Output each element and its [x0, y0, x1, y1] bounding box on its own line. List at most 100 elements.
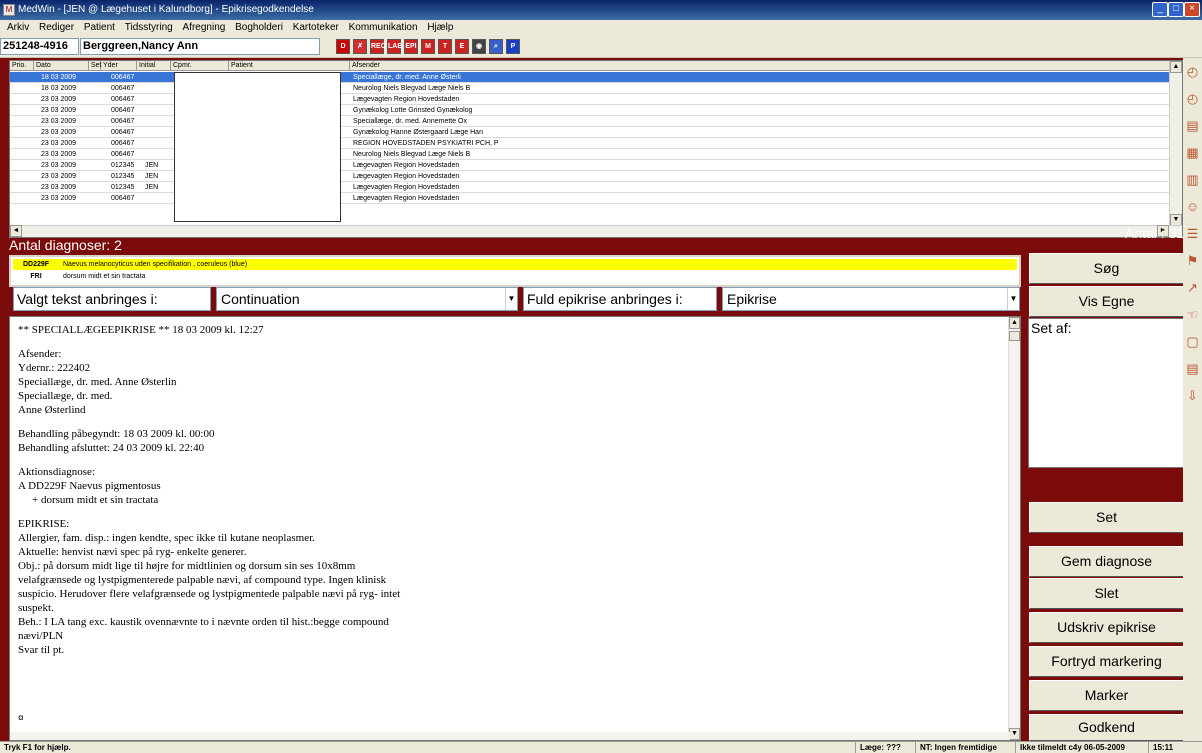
col-initial[interactable]: Initial — [137, 61, 171, 71]
set-button[interactable]: Set — [1029, 502, 1184, 533]
list-cell-dato: 23 03 2009 — [41, 129, 77, 136]
calendar-clock-icon[interactable]: ▤ — [1184, 116, 1201, 136]
set-af-box[interactable]: Set af: — [1028, 318, 1184, 468]
e-icon[interactable]: E — [455, 39, 469, 54]
menu-bogholderi[interactable]: Bogholderi — [235, 20, 283, 36]
epikrise-line: ** SPECIALLÆGEEPIKRISE ** 18 03 2009 kl.… — [18, 324, 264, 336]
patient-cpr-field[interactable]: 251248-4916 — [0, 38, 79, 55]
epikrise-line: Obj.: på dorsum midt lige til højre for … — [18, 560, 356, 572]
list-cell-initial: JEN — [145, 162, 159, 169]
window-title: MedWin - [JEN @ Lægehuset i Kalundborg] … — [18, 4, 314, 15]
scroll-left-icon[interactable]: ◄ — [10, 225, 22, 237]
epikrise-text-area[interactable]: ** SPECIALLÆGEEPIKRISE ** 18 03 2009 kl.… — [9, 316, 1021, 741]
scroll-up-icon[interactable]: ▲ — [1170, 61, 1182, 73]
menu-afregning[interactable]: Afregning — [183, 20, 226, 36]
epikrise-list[interactable]: Prio. Dato Set Yder Initial Cpmr. Patien… — [9, 60, 1183, 238]
set-af-label: Set af: — [1031, 320, 1072, 336]
epikrise-vertical-scrollbar[interactable]: ▲ ▼ — [1008, 317, 1020, 740]
menu-kommunikation[interactable]: Kommunikation — [349, 20, 418, 36]
menu-rediger[interactable]: Rediger — [39, 20, 74, 36]
list-vertical-scrollbar[interactable]: ▲ ▼ — [1169, 61, 1182, 226]
col-yder[interactable]: Yder — [101, 61, 137, 71]
list-cell-dato: 23 03 2009 — [41, 151, 77, 158]
tools-icon[interactable]: ✗ — [353, 39, 367, 54]
camera-icon[interactable]: ◉ — [472, 39, 486, 54]
calendar-list-icon[interactable]: ▥ — [1184, 170, 1201, 190]
diagnosis-row[interactable]: FRI dorsum midt et sin tractata — [13, 271, 293, 282]
list-cell-afsender: Lægevagten Region Hovedstaden — [353, 195, 460, 202]
chart-icon[interactable]: ↗ — [1184, 278, 1201, 298]
epikrise-line: Aktuelle: henvist nævi spec på ryg- enke… — [18, 546, 247, 558]
menu-arkiv[interactable]: Arkiv — [7, 20, 29, 36]
scroll-down-icon[interactable]: ▼ — [1009, 728, 1020, 740]
marker-button[interactable]: Marker — [1029, 680, 1184, 711]
list-cell-dato: 23 03 2009 — [41, 184, 77, 191]
epikrise-line — [18, 507, 1008, 517]
col-set[interactable]: Set — [89, 61, 102, 71]
list-cell-afsender: Lægevagten Region Hovedstaden — [353, 96, 460, 103]
col-patient[interactable]: Patient — [229, 61, 350, 71]
exit-icon[interactable]: ⇩ — [1184, 386, 1201, 406]
col-afsender[interactable]: Afsender — [350, 61, 1170, 71]
search-icon[interactable]: ⌕ — [489, 39, 503, 54]
epikrise-line: Aktionsdiagnose: — [18, 466, 95, 478]
list-cell-afsender: Speciallæge, dr. med. Annemette Ox — [353, 118, 468, 125]
epikrise-content[interactable]: ** SPECIALLÆGEEPIKRISE ** 18 03 2009 kl.… — [18, 323, 1008, 657]
scroll-up-icon[interactable]: ▲ — [1009, 317, 1020, 329]
p-icon[interactable]: P — [506, 39, 520, 54]
epikrise-line: Beh.: I LA tang exc. kaustik ovennævnte … — [18, 616, 389, 628]
gem-diagnose-button[interactable]: Gem diagnose — [1029, 546, 1184, 577]
document-icon[interactable]: ▢ — [1184, 332, 1201, 352]
col-cpmr[interactable]: Cpmr. — [171, 61, 229, 71]
diagnosis-row[interactable]: DD229F Naevus melanocyticus uden specifi… — [13, 259, 1017, 270]
menu-bar: Arkiv Rediger Patient Tidsstyring Afregn… — [0, 20, 1202, 36]
list-horizontal-scrollbar[interactable]: ◄ ► — [10, 225, 1182, 237]
menu-patient[interactable]: Patient — [84, 20, 115, 36]
diagnosis-table[interactable]: DD229F Naevus melanocyticus uden specifi… — [9, 255, 1021, 287]
epikrise-line: Allergier, fam. disp.: ingen kendte, spe… — [18, 532, 315, 544]
vis-egne-button[interactable]: Vis Egne — [1029, 286, 1184, 317]
menu-kartoteker[interactable]: Kartoteker — [293, 20, 339, 36]
person-walk-icon[interactable]: ⚑ — [1184, 251, 1201, 271]
list-header: Prio. Dato Set Yder Initial Cpmr. Patien… — [10, 61, 1170, 71]
hand-icon[interactable]: ☜ — [1184, 305, 1201, 325]
epikrise-horizontal-scrollbar[interactable] — [10, 732, 1010, 740]
udskriv-epikrise-button[interactable]: Udskriv epikrise — [1029, 612, 1184, 643]
t-icon[interactable]: T — [438, 39, 452, 54]
person-folder-icon[interactable]: ☺ — [1184, 197, 1201, 217]
list-cell-yder: 006467 — [111, 74, 135, 81]
d-icon[interactable]: D — [336, 39, 350, 54]
soeg-button[interactable]: Søg — [1029, 253, 1184, 284]
fuld-epikrise-select[interactable]: Epikrise ▼ — [722, 287, 1020, 311]
col-prio[interactable]: Prio. — [10, 61, 34, 71]
clock-icon[interactable]: ◴ — [1184, 62, 1201, 82]
diagnosis-text: dorsum midt et sin tractata — [63, 273, 146, 280]
valgt-tekst-select[interactable]: Continuation ▼ — [216, 287, 518, 311]
fuld-epikrise-value: Epikrise — [727, 291, 777, 307]
godkend-button[interactable]: Godkend — [1029, 714, 1184, 741]
book-icon[interactable]: ▤ — [1184, 359, 1201, 379]
menu-tidsstyring[interactable]: Tidsstyring — [125, 20, 173, 36]
epikrise-line: Svar til pt. — [18, 644, 65, 656]
list-cell-dato: 23 03 2009 — [41, 118, 77, 125]
chevron-down-icon[interactable]: ▼ — [505, 288, 517, 310]
col-dato[interactable]: Dato — [34, 61, 89, 71]
maximize-button[interactable]: □ — [1168, 2, 1184, 17]
epi-icon[interactable]: EPI — [404, 39, 418, 54]
close-button[interactable]: × — [1184, 2, 1200, 17]
lab-icon[interactable]: LAB — [387, 39, 402, 54]
slet-button[interactable]: Slet — [1029, 578, 1184, 609]
calendar-grid-icon[interactable]: ▦ — [1184, 143, 1201, 163]
list-cell-yder: 012345 — [111, 184, 135, 191]
menu-hjaelp[interactable]: Hjælp — [427, 20, 453, 36]
minimize-button[interactable]: _ — [1152, 2, 1168, 17]
chevron-down-icon[interactable]: ▼ — [1007, 288, 1019, 310]
m-icon[interactable]: M — [421, 39, 435, 54]
clock-icon-2[interactable]: ◴ — [1184, 89, 1201, 109]
rec-icon[interactable]: REC — [370, 39, 386, 54]
list-icon[interactable]: ☰ — [1184, 224, 1201, 244]
patient-name-field[interactable]: Berggreen,Nancy Ann — [80, 38, 320, 55]
list-cell-initial: JEN — [145, 184, 159, 191]
fortryd-markering-button[interactable]: Fortryd markering — [1029, 646, 1184, 677]
scroll-thumb[interactable] — [1009, 331, 1020, 341]
